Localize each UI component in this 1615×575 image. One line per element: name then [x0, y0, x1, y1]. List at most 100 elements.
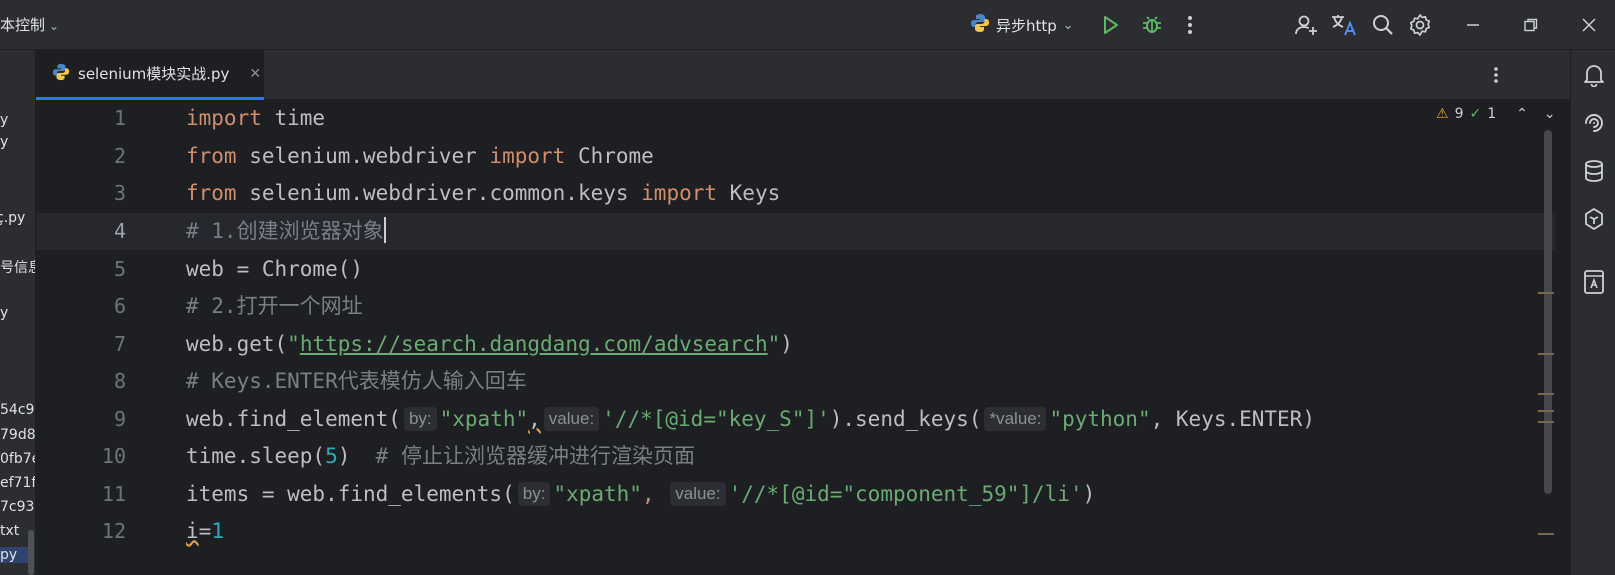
scrollbar-marker[interactable]	[1538, 292, 1554, 294]
code-line[interactable]: 5 web = Chrome()	[36, 251, 1555, 288]
url-link[interactable]: https://search.dangdang.com/advsearch	[300, 332, 768, 356]
number-literal: 1	[211, 519, 224, 543]
parameter-hint: *value:	[984, 406, 1047, 431]
line-number[interactable]: 8	[36, 363, 126, 400]
parameter-hint: value:	[543, 406, 600, 431]
add-user-icon[interactable]	[1293, 12, 1319, 38]
line-number[interactable]: 11	[36, 476, 126, 513]
number-literal: 5	[325, 444, 338, 468]
line-number[interactable]: 3	[36, 175, 126, 212]
code-line[interactable]: 2 from selenium.webdriver import Chrome	[36, 138, 1555, 175]
comma: ,	[641, 481, 668, 506]
line-number[interactable]: 12	[36, 513, 126, 550]
run-config-label: 异步http	[996, 16, 1057, 35]
scrollbar-marker[interactable]	[1538, 353, 1554, 355]
identifier: time	[261, 106, 326, 130]
line-number[interactable]: 1	[36, 100, 126, 137]
keyword: from	[186, 181, 237, 205]
project-item-selected[interactable]: py	[0, 547, 28, 563]
restore-icon[interactable]	[1520, 14, 1542, 36]
translate-icon[interactable]	[1330, 12, 1358, 38]
project-item[interactable]: y	[0, 134, 8, 150]
project-item[interactable]: y	[0, 305, 8, 321]
code-line[interactable]: 11 items = web.find_elements(by: "xpath",…	[36, 476, 1555, 513]
project-item[interactable]: txt	[0, 523, 19, 539]
code-line[interactable]: 7 web.get("https://search.dangdang.com/a…	[36, 326, 1555, 363]
scrollbar-marker[interactable]	[1538, 410, 1554, 412]
project-item[interactable]: ç.py	[0, 210, 25, 226]
line-number[interactable]: 4	[36, 213, 126, 250]
code-text: web.get("https://search.dangdang.com/adv…	[186, 326, 793, 363]
code-text: time.sleep(5) # 停止让浏览器缓冲进行渲染页面	[186, 438, 695, 475]
scrollbar-marker[interactable]	[1538, 393, 1554, 395]
code-line[interactable]: 1 import time	[36, 100, 1555, 137]
editor-scrollbar-thumb[interactable]	[1544, 130, 1552, 494]
code-text: web = Chrome()	[186, 251, 363, 288]
right-tool-strip	[1570, 50, 1615, 575]
parameter-hint: by:	[403, 406, 437, 431]
project-item[interactable]: 号信息	[0, 257, 35, 277]
documentation-icon[interactable]	[1581, 268, 1607, 296]
scrollbar-marker[interactable]	[1538, 533, 1554, 535]
string-quote: "	[287, 331, 300, 356]
code-line[interactable]: 12 i=1	[36, 513, 1555, 550]
statement: web = Chrome()	[186, 256, 364, 281]
code-line-current[interactable]: 4 # 1.创建浏览器对象	[36, 213, 1555, 250]
scrollbar-marker[interactable]	[1538, 421, 1554, 423]
chevron-down-icon: ⌄	[1062, 17, 1074, 33]
ai-assistant-icon[interactable]	[1581, 110, 1607, 136]
call: web.find_element(	[186, 406, 401, 431]
project-scrollbar[interactable]	[28, 530, 34, 575]
line-number[interactable]: 10	[36, 438, 126, 475]
parameter-hint: value:	[670, 481, 726, 506]
project-item[interactable]: y	[0, 112, 8, 128]
project-item[interactable]: 54c9	[0, 402, 34, 418]
line-number[interactable]: 2	[36, 138, 126, 175]
search-icon[interactable]	[1371, 13, 1395, 37]
text-caret	[383, 217, 386, 243]
close-icon[interactable]	[1578, 14, 1600, 36]
line-number[interactable]: 6	[36, 288, 126, 325]
project-item[interactable]: 79d8e	[0, 427, 35, 443]
database-icon[interactable]	[1581, 158, 1607, 184]
code-editor[interactable]: ⚠ 9 ✓ 1 ⌃ ⌄ 1 import time 2 from seleniu…	[36, 100, 1570, 575]
string-literal: '//*[@id="key_S"]'	[602, 406, 830, 431]
call: items = web.find_elements(	[186, 481, 515, 506]
code-line[interactable]: 9 web.find_element(by: "xpath", value: '//*…	[36, 401, 1555, 438]
code-text: from selenium.webdriver import Chrome	[186, 138, 654, 175]
debug-icon[interactable]	[1140, 13, 1164, 37]
editor-tab-bar: selenium模块实战.py ✕	[36, 50, 1570, 100]
code-text: # Keys.ENTER代表模仿人输入回车	[186, 363, 527, 400]
comment: # 2.打开一个网址	[186, 294, 363, 318]
more-vertical-icon[interactable]	[1180, 13, 1200, 37]
code-line[interactable]: 3 from selenium.webdriver.common.keys im…	[36, 175, 1555, 212]
line-number[interactable]: 9	[36, 401, 126, 438]
line-number[interactable]: 7	[36, 326, 126, 363]
project-item[interactable]: 0fb7e	[0, 451, 35, 467]
plugin-icon[interactable]	[1581, 206, 1607, 232]
code-text: import time	[186, 100, 325, 137]
code-line[interactable]: 10 time.sleep(5) # 停止让浏览器缓冲进行渲染页面	[36, 438, 1555, 475]
tab-selenium-file[interactable]: selenium模块实战.py ✕	[36, 50, 264, 100]
run-configuration-selector[interactable]: 异步http ⌄	[970, 13, 1074, 37]
code-line[interactable]: 6 # 2.打开一个网址	[36, 288, 1555, 325]
close-tab-icon[interactable]: ✕	[249, 66, 261, 82]
python-icon	[970, 13, 990, 37]
parameter-hint: by:	[517, 481, 551, 506]
minimize-icon[interactable]	[1462, 14, 1484, 36]
project-item[interactable]: ef71f	[0, 475, 35, 491]
project-item[interactable]: 7c935	[0, 499, 35, 515]
notifications-icon[interactable]	[1581, 62, 1607, 88]
code-text: web.find_element(by: "xpath", value: '//*[@…	[186, 401, 1315, 438]
line-number[interactable]: 5	[36, 251, 126, 288]
settings-icon[interactable]	[1407, 12, 1433, 38]
project-tree-panel: y y ç.py 号信息 y 54c9 79d8e 0fb7e ef71f 7c…	[0, 50, 36, 575]
vcs-menu[interactable]: 本控制 ⌄	[0, 14, 59, 35]
identifier: Chrome	[565, 143, 654, 168]
code-line[interactable]: 8 # Keys.ENTER代表模仿人输入回车	[36, 363, 1555, 400]
call: time.sleep(	[186, 444, 326, 468]
run-icon[interactable]	[1100, 14, 1122, 36]
code-text: i=1	[186, 513, 224, 550]
more-vertical-icon[interactable]	[1486, 64, 1506, 86]
code-text: # 1.创建浏览器对象	[186, 213, 386, 250]
